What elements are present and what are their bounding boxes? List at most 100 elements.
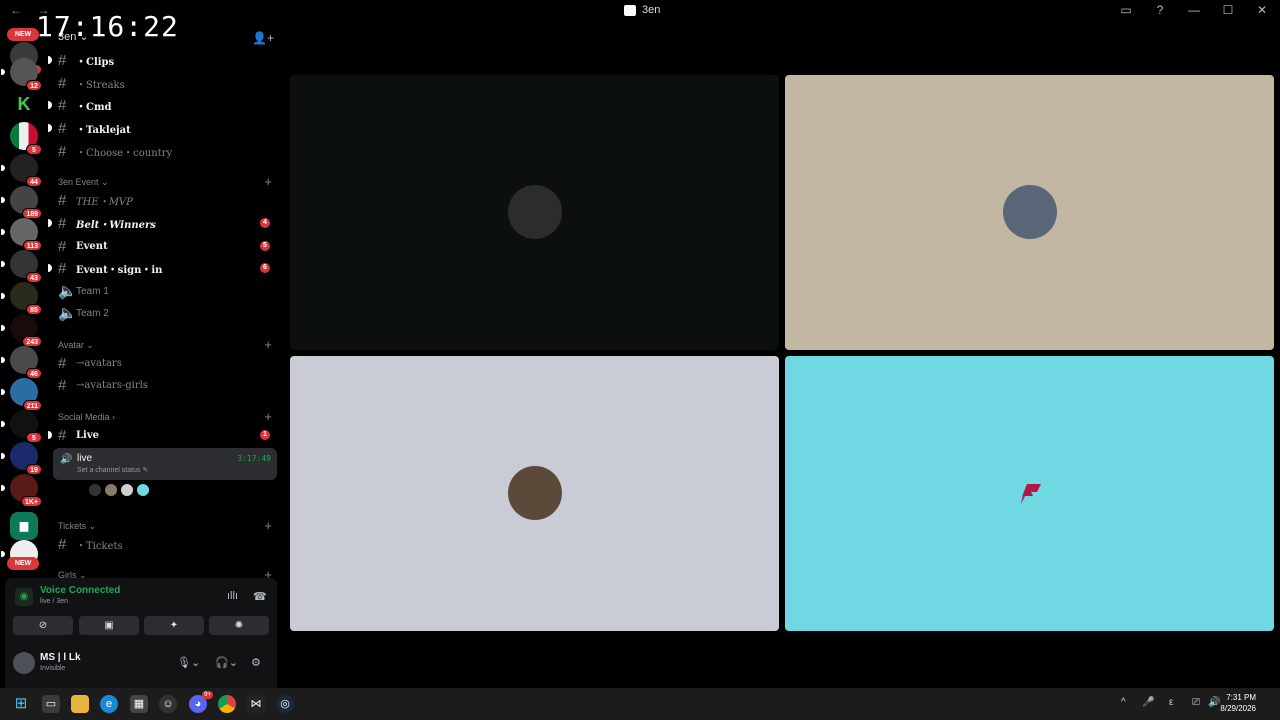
server-icon[interactable]: 12 — [1, 58, 42, 91]
channel-item[interactable]: # ・Clips — [48, 50, 282, 70]
app-icon[interactable]: ☺ — [159, 695, 177, 713]
kick-server-icon[interactable]: K — [10, 90, 38, 118]
add-user-icon[interactable]: 👤+ — [252, 31, 274, 45]
tray-overflow-icon[interactable]: ^ — [1121, 697, 1126, 708]
category-event[interactable]: 3en Event ⌄ + — [58, 175, 272, 188]
channel-item[interactable]: # →avatars-girls — [48, 375, 282, 395]
plus-icon[interactable]: + — [264, 338, 272, 351]
server-icon[interactable]: 211 — [1, 378, 42, 411]
active-voice-channel[interactable]: 🔊 live Set a channel status ✎ 3:17:49 — [53, 448, 277, 480]
server-badge: 85 — [26, 304, 42, 315]
server-icon[interactable]: 113 — [1, 218, 42, 251]
category-social[interactable]: Social Media › + — [58, 410, 272, 423]
plus-icon[interactable]: + — [264, 410, 272, 423]
new-badge-bottom[interactable]: NEW — [7, 557, 39, 570]
channel-item[interactable]: # THE・MVP — [48, 190, 282, 210]
server-icon[interactable]: 46 — [1, 346, 42, 379]
screen-share-button[interactable]: ▣ — [79, 616, 139, 635]
channel-item[interactable]: # Belt・Winners 4 — [48, 213, 282, 233]
signal-icon[interactable]: ◉ — [15, 588, 33, 606]
channel-name: ・Choose・country — [76, 147, 173, 159]
channel-item[interactable]: # ・Streaks — [48, 73, 282, 93]
mic-tray-icon[interactable]: 🎤 — [1142, 697, 1154, 708]
headphones-icon[interactable]: 🎧⌄ — [215, 656, 238, 669]
avatar[interactable] — [13, 652, 35, 674]
minimize-button[interactable]: — — [1186, 3, 1202, 17]
channel-item[interactable]: # Event 5 — [48, 236, 282, 256]
mention-badge: 4 — [260, 218, 270, 228]
avatar[interactable] — [136, 483, 150, 497]
avatar[interactable] — [104, 483, 118, 497]
disconnect-icon[interactable]: ☎ — [253, 590, 267, 603]
video-tile[interactable] — [785, 75, 1274, 350]
chrome-icon[interactable] — [218, 695, 236, 713]
speaker-icon: 🔈 — [58, 305, 77, 322]
voice-channel-item[interactable]: 🔈 Team 1 — [48, 281, 282, 301]
server-icon[interactable]: 1K+ — [1, 474, 42, 507]
language-icon[interactable]: ε — [1169, 697, 1173, 708]
server-badge: 43 — [26, 272, 42, 283]
voice-state[interactable]: Voice Connected — [40, 585, 120, 596]
file-explorer-icon[interactable] — [71, 695, 89, 713]
channel-item[interactable]: # ・Cmd — [48, 95, 282, 115]
close-button[interactable]: ✕ — [1254, 3, 1270, 17]
mic-icon[interactable]: 🎙⌄ — [177, 656, 200, 669]
channel-item[interactable]: # ・Tickets — [48, 534, 282, 554]
channel-item[interactable]: # Event・sign・in 6 — [48, 258, 282, 278]
plus-icon[interactable]: + — [264, 519, 272, 532]
new-badge-top[interactable]: NEW — [7, 28, 39, 41]
title-bar: ← → 3en ▭ ? — ☐ ✕ — [0, 0, 1280, 22]
edge-icon[interactable]: e — [100, 695, 118, 713]
folder-icon[interactable]: ▆ — [10, 512, 38, 540]
server-icon[interactable]: 44 — [1, 154, 42, 187]
channel-item[interactable]: # Live 1 — [48, 425, 282, 445]
server-icon[interactable]: 19 — [1, 442, 42, 475]
windows-start-icon[interactable]: ⊞ — [12, 695, 30, 713]
activities-button[interactable]: ✦ — [144, 616, 204, 635]
discord-icon[interactable]: ◕ 9+ — [189, 691, 213, 713]
server-icon[interactable]: 5 — [1, 410, 42, 443]
voice-channel-item[interactable]: 🔈 Team 2 — [48, 303, 282, 323]
server-badge: 1K+ — [20, 496, 42, 507]
task-view-icon[interactable]: ▭ — [42, 695, 60, 713]
server-icon[interactable]: 5 — [10, 122, 42, 155]
noise-suppression-icon[interactable]: ıllı — [227, 590, 238, 602]
plus-icon[interactable]: + — [264, 568, 272, 578]
maximize-button[interactable]: ☐ — [1220, 3, 1236, 17]
avatar[interactable] — [120, 483, 134, 497]
server-icon[interactable]: 43 — [1, 250, 42, 283]
channel-item[interactable]: # ・Taklejat — [48, 118, 282, 138]
video-tile[interactable] — [785, 356, 1274, 631]
network-icon[interactable]: ⎚ — [1192, 697, 1200, 708]
category-tickets[interactable]: Tickets ⌄ + — [58, 519, 272, 532]
category-avatar[interactable]: Avatar ⌄ + — [58, 338, 272, 351]
soundboard-button[interactable]: ✺ — [209, 616, 269, 635]
server-icon[interactable]: 243 — [1, 314, 42, 347]
category-girls[interactable]: Girls ⌄ + — [58, 568, 272, 578]
channel-status[interactable]: Set a channel status ✎ — [77, 466, 148, 474]
category-label: 3en Event ⌄ — [58, 177, 109, 187]
inbox-icon[interactable]: ▭ — [1118, 3, 1134, 17]
store-icon[interactable]: ▦ — [130, 695, 148, 713]
steam-icon[interactable]: ◎ — [276, 695, 294, 713]
volume-icon[interactable]: 🔊 — [1208, 697, 1220, 708]
system-clock[interactable]: 7:31 PM 8/29/2026 — [1220, 692, 1256, 714]
avatar[interactable] — [88, 483, 102, 497]
server-icon[interactable]: 189 — [1, 186, 42, 219]
avatar — [508, 185, 562, 239]
camera-button[interactable]: ⊘ — [13, 616, 73, 635]
channel-item[interactable]: # ・Choose・country — [48, 141, 282, 161]
plus-icon[interactable]: + — [264, 175, 272, 188]
help-icon[interactable]: ? — [1152, 3, 1168, 17]
server-badge: 44 — [26, 176, 42, 187]
gear-icon[interactable]: ⚙ — [251, 656, 261, 669]
channel-item[interactable]: # →avatars — [48, 353, 282, 373]
video-tile[interactable] — [290, 356, 779, 631]
hash-icon: # — [58, 142, 67, 160]
capcut-icon[interactable]: ⋈ — [247, 695, 265, 713]
server-badge: 5 — [26, 432, 42, 443]
video-tile[interactable] — [290, 75, 779, 350]
clock-date: 8/29/2026 — [1220, 704, 1256, 713]
category-label: Social Media › — [58, 412, 116, 422]
server-icon[interactable]: 85 — [1, 282, 42, 315]
